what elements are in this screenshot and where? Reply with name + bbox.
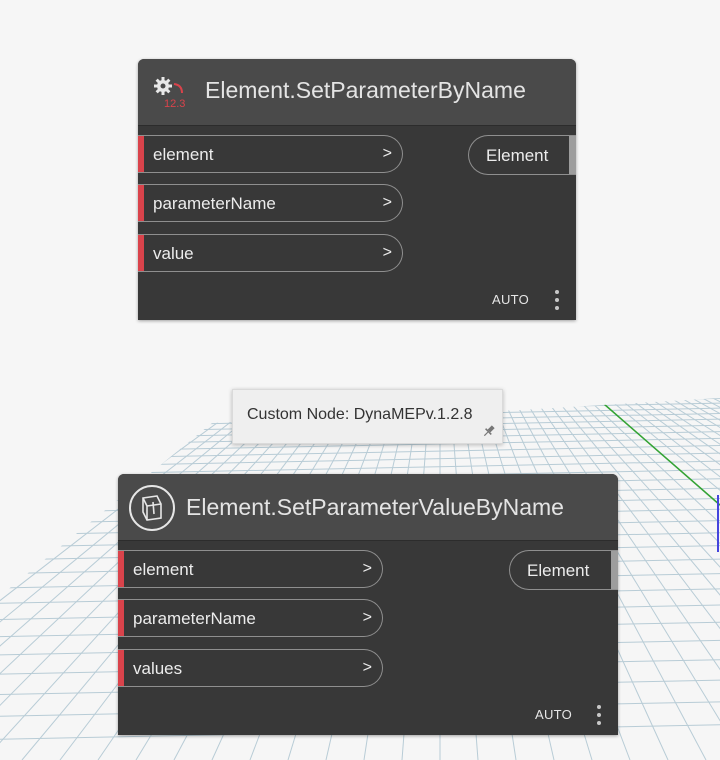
output-port-marker <box>611 551 618 589</box>
port-marker <box>118 600 124 636</box>
input-port-values[interactable]: values > <box>118 649 383 687</box>
port-arrow-icon: > <box>362 659 372 676</box>
node-set-parameter-by-name[interactable]: 12.3 Element.SetParameterByName element … <box>138 59 576 320</box>
node-title: Element.SetParameterValueByName <box>186 494 564 520</box>
output-port-element[interactable]: Element <box>468 135 576 175</box>
port-marker <box>138 235 144 271</box>
node-set-parameter-value-by-name[interactable]: Element.SetParameterValueByName element … <box>118 474 618 735</box>
input-port-element[interactable]: element > <box>138 135 403 173</box>
port-arrow-icon: > <box>362 609 372 626</box>
input-port-label: value <box>153 244 194 263</box>
node-header[interactable]: Element.SetParameterValueByName <box>118 474 618 541</box>
port-marker <box>138 185 144 221</box>
input-port-label: element <box>133 560 194 579</box>
output-port-marker <box>569 136 576 174</box>
node-menu-icon[interactable] <box>554 290 560 312</box>
port-marker <box>138 136 144 172</box>
lacing-label[interactable]: AUTO <box>492 292 529 307</box>
lacing-label[interactable]: AUTO <box>535 707 572 722</box>
port-arrow-icon: > <box>382 194 392 211</box>
port-marker <box>118 650 124 686</box>
port-marker <box>118 551 124 587</box>
input-port-label: element <box>153 145 214 164</box>
output-port-label: Element <box>486 146 549 165</box>
package-node-icon <box>129 485 175 531</box>
output-port-element[interactable]: Element <box>509 550 618 590</box>
svg-text:12.3: 12.3 <box>164 98 185 110</box>
input-port-parameter-name[interactable]: parameterName > <box>138 184 403 222</box>
pin-icon[interactable] <box>482 424 496 438</box>
input-port-label: values <box>133 659 183 678</box>
output-port-label: Element <box>527 561 590 580</box>
input-port-element[interactable]: element > <box>118 550 383 588</box>
input-port-label: parameterName <box>153 194 276 213</box>
port-arrow-icon: > <box>382 244 392 261</box>
input-port-label: parameterName <box>133 609 256 628</box>
custom-node-tooltip: Custom Node: DynaMEPv.1.2.8 <box>232 389 503 444</box>
node-title: Element.SetParameterByName <box>205 77 526 103</box>
input-port-parameter-name[interactable]: parameterName > <box>118 599 383 637</box>
tooltip-text: Custom Node: DynaMEPv.1.2.8 <box>247 406 473 423</box>
node-menu-icon[interactable] <box>596 705 602 727</box>
gear-number-icon: 12.3 <box>154 77 185 110</box>
input-port-value[interactable]: value > <box>138 234 403 272</box>
port-arrow-icon: > <box>382 145 392 162</box>
port-arrow-icon: > <box>362 560 372 577</box>
node-header[interactable]: 12.3 Element.SetParameterByName <box>138 59 576 126</box>
